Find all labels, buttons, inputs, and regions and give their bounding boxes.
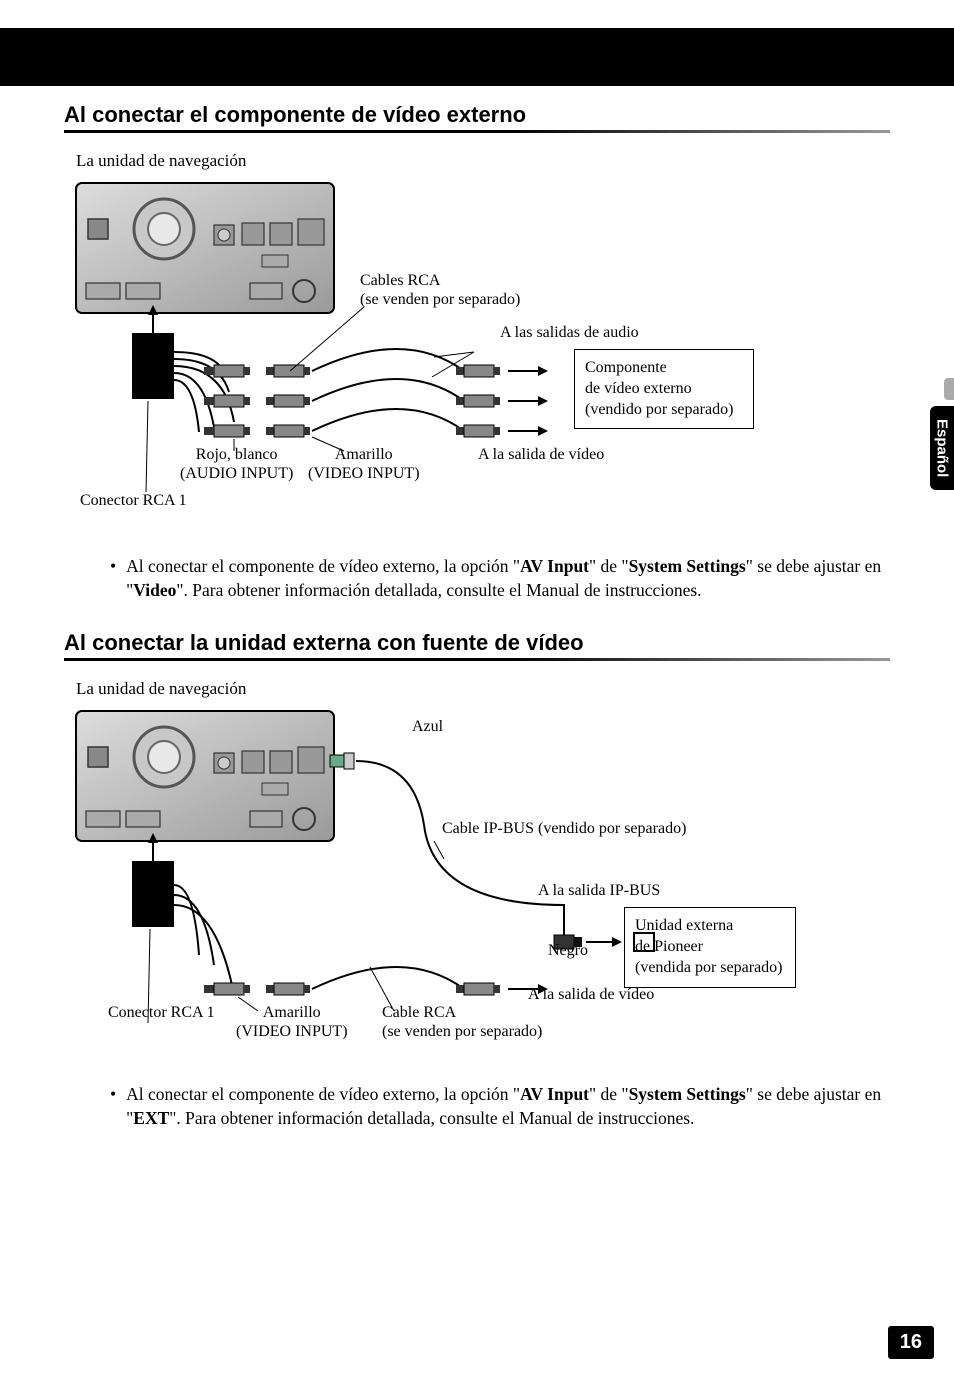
diagram-1: La unidad de navegación — [64, 151, 890, 531]
label-yellow-2: Amarillo (VIDEO INPUT) — [236, 1003, 348, 1041]
label-ipbus-cable: Cable IP-BUS (vendido por separado) — [442, 819, 686, 838]
label-yellow-1: Amarillo (VIDEO INPUT) — [308, 445, 420, 483]
section1-note: • Al conectar el componente de vídeo ext… — [110, 555, 890, 602]
label-video-output-1: A la salida de vídeo — [478, 445, 604, 464]
external-unit-box: Unidad externa de Pioneer (vendida por s… — [624, 907, 796, 987]
label-rca-connector-2: Conector RCA 1 — [108, 1003, 215, 1022]
component-box: Componente de vídeo externo (vendido por… — [574, 349, 754, 429]
label-audio-outputs: A las salidas de audio — [500, 323, 639, 342]
label-blue: Azul — [412, 717, 443, 736]
diagram-2: La unidad de navegación — [64, 679, 890, 1059]
label-rca-connector-1: Conector RCA 1 — [80, 491, 187, 510]
language-side-tab: Español — [930, 406, 954, 490]
label-red-white: Rojo, blanco (AUDIO INPUT) — [180, 445, 293, 483]
label-rca-cables: Cables RCA (se venden por separado) — [360, 271, 520, 309]
label-rca-cable-2: Cable RCA (se venden por separado) — [382, 1003, 542, 1041]
label-black: Negro — [548, 941, 588, 960]
section2-heading: Al conectar la unidad externa con fuente… — [64, 630, 890, 661]
side-tab-ghost — [944, 378, 954, 400]
label-ipbus-output: A la salida IP-BUS — [538, 881, 660, 900]
nav-unit-label-1: La unidad de navegación — [76, 151, 890, 171]
section2-note: • Al conectar el componente de vídeo ext… — [110, 1083, 890, 1130]
header-black-banner — [0, 28, 954, 86]
section1-heading: Al conectar el componente de vídeo exter… — [64, 102, 890, 133]
page-number: 16 — [888, 1326, 934, 1359]
nav-unit-label-2: La unidad de navegación — [76, 679, 890, 699]
label-video-output-2: A la salida de vídeo — [528, 985, 654, 1004]
